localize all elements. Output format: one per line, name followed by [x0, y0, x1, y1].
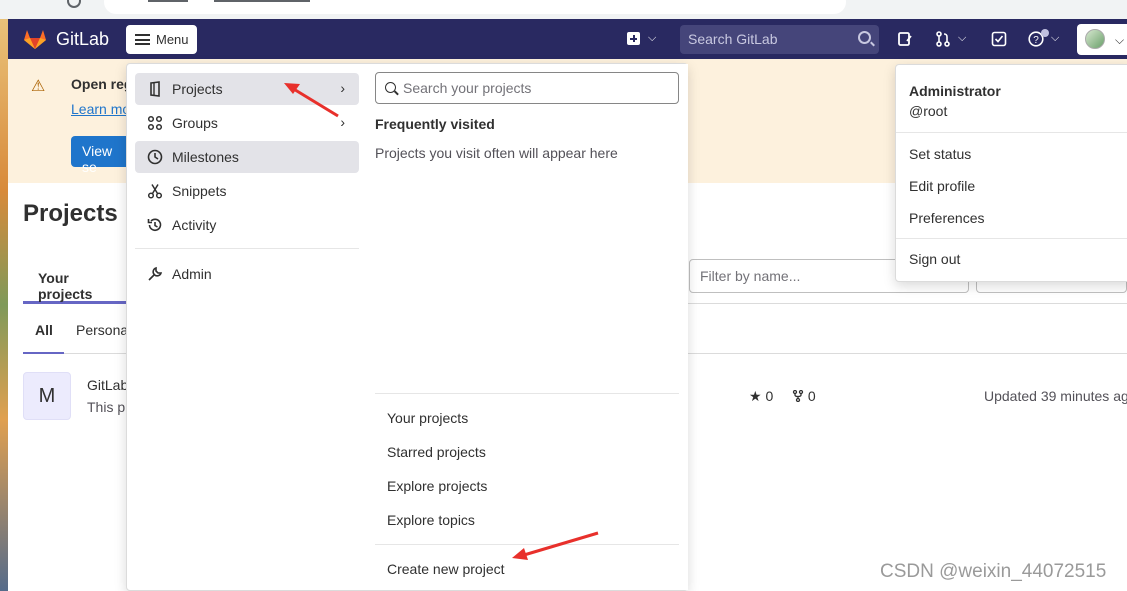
star-count[interactable]: ★ 0	[749, 388, 773, 405]
learn-more-link[interactable]: Learn mo	[71, 101, 130, 117]
project-icon	[150, 81, 160, 97]
scissors-icon	[147, 184, 163, 199]
notification-dot-icon	[1041, 29, 1049, 37]
create-new-project-link[interactable]: Create new project	[387, 561, 505, 577]
menu-item-admin[interactable]: Admin	[135, 258, 359, 290]
chevron-down-icon[interactable]: ⌵	[1051, 32, 1059, 45]
sign-out-item[interactable]: Sign out	[909, 251, 960, 267]
history-icon	[147, 218, 162, 232]
group-icon	[147, 115, 163, 131]
frequently-visited-empty: Projects you visit often will appear her…	[375, 145, 618, 161]
new-item-icon[interactable]	[627, 32, 640, 45]
user-menu-button[interactable]: ⌵	[1077, 24, 1127, 55]
fork-count[interactable]: 0	[792, 388, 816, 404]
updated-time: Updated 39 minutes ag	[984, 388, 1127, 404]
your-projects-link[interactable]: Your projects	[387, 410, 468, 426]
main-menu-dropdown: Projects › Groups › Milestones Snippets …	[126, 63, 688, 591]
search-icon	[858, 31, 871, 44]
tab-your-projects[interactable]: Your projects	[23, 259, 126, 304]
search-your-projects-input[interactable]: Search your projects	[375, 72, 679, 104]
wrench-icon	[148, 266, 163, 281]
menu-sections: Projects › Groups › Milestones Snippets …	[127, 64, 367, 590]
projects-submenu: Search your projects Frequently visited …	[367, 64, 688, 590]
frequently-visited-heading: Frequently visited	[375, 116, 495, 132]
explore-topics-link[interactable]: Explore topics	[387, 512, 475, 528]
menu-button[interactable]: Menu	[126, 25, 197, 54]
chevron-down-icon: ⌵	[1115, 33, 1125, 47]
star-icon: ★	[749, 388, 762, 404]
view-settings-button[interactable]: View se	[71, 136, 131, 175]
starred-projects-link[interactable]: Starred projects	[387, 444, 486, 460]
warning-icon: ⚠	[31, 78, 46, 95]
search-placeholder: Search GitLab	[688, 31, 778, 47]
user-handle: @root	[909, 103, 948, 119]
top-navbar: GitLab Menu ⌵ Search GitLab ⌵ ? ⌵ ⌵	[8, 19, 1127, 59]
browser-toolbar	[0, 0, 1127, 19]
global-search-input[interactable]: Search GitLab	[680, 25, 879, 54]
menu-item-snippets[interactable]: Snippets	[135, 175, 359, 207]
subtab-all[interactable]: All	[23, 312, 64, 354]
menu-item-label: Snippets	[172, 183, 227, 199]
explore-projects-link[interactable]: Explore projects	[387, 478, 487, 494]
clock-icon	[147, 149, 163, 165]
gitlab-logo-icon[interactable]	[23, 27, 47, 51]
fork-count-value: 0	[807, 388, 816, 404]
brand-name[interactable]: GitLab	[56, 29, 109, 50]
menu-item-label: Milestones	[172, 149, 239, 165]
merge-request-icon[interactable]	[935, 31, 951, 47]
menu-item-milestones[interactable]: Milestones	[135, 141, 359, 173]
star-count-value: 0	[765, 388, 774, 404]
desktop-edge	[0, 19, 8, 591]
chevron-down-icon[interactable]: ⌵	[958, 32, 966, 45]
chevron-down-icon[interactable]: ⌵	[648, 32, 656, 45]
user-menu-dropdown: Administrator @root Set status Edit prof…	[895, 64, 1127, 282]
hamburger-icon	[135, 34, 150, 45]
menu-item-label: Groups	[172, 115, 218, 131]
menu-item-activity[interactable]: Activity	[135, 209, 359, 241]
menu-item-label: Activity	[172, 217, 217, 233]
edit-profile-item[interactable]: Edit profile	[909, 178, 975, 194]
project-avatar[interactable]: M	[23, 372, 71, 420]
watermark: CSDN @weixin_44072515	[880, 561, 1107, 582]
search-icon	[385, 82, 396, 93]
preferences-item[interactable]: Preferences	[909, 210, 984, 226]
menu-button-label: Menu	[156, 32, 189, 47]
menu-item-label: Admin	[172, 266, 212, 282]
page-title: Projects	[23, 200, 118, 227]
annotation-arrow-icon	[284, 83, 339, 118]
project-name[interactable]: GitLab	[87, 377, 128, 393]
project-description: This pr	[87, 399, 130, 415]
subtab-personal[interactable]: Personal	[76, 322, 131, 338]
address-bar[interactable]	[104, 0, 846, 14]
todo-icon[interactable]	[991, 31, 1007, 47]
reload-icon[interactable]	[67, 0, 81, 8]
menu-item-label: Projects	[172, 81, 223, 97]
svg-text:?: ?	[1033, 35, 1039, 46]
banner-title: Open reg	[71, 76, 133, 92]
search-placeholder: Search your projects	[403, 80, 532, 96]
user-display-name: Administrator	[909, 83, 1001, 99]
avatar	[1085, 29, 1105, 49]
annotation-arrow-icon	[512, 531, 599, 560]
set-status-item[interactable]: Set status	[909, 146, 971, 162]
issues-icon[interactable]	[897, 31, 913, 47]
fork-icon	[792, 389, 804, 403]
